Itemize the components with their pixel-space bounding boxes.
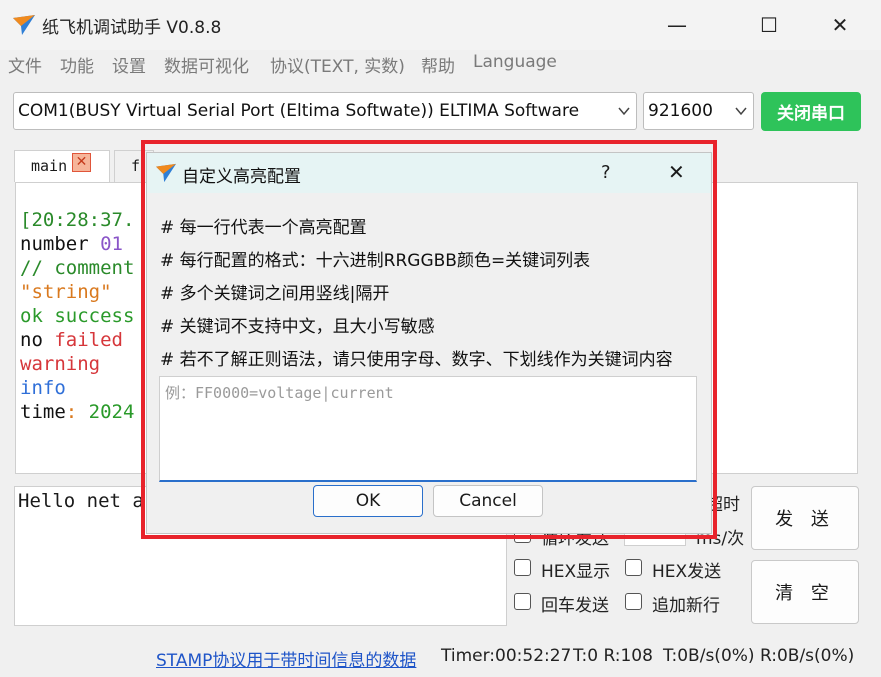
menu-protocol[interactable]: 协议(TEXT, 实数) — [270, 52, 405, 77]
log-line: // comment — [20, 257, 135, 279]
paper-plane-icon — [13, 15, 35, 35]
menu-help[interactable]: 帮助 — [421, 52, 455, 77]
log-token: time — [20, 401, 66, 423]
log-line: time: 2024 — [20, 401, 134, 423]
hex-send-checkbox[interactable] — [625, 559, 642, 576]
log-line: no failed — [20, 329, 123, 351]
window-title: 纸飞机调试助手 V0.8.8 — [42, 18, 222, 38]
hex-display-checkbox[interactable] — [514, 559, 531, 576]
tab-main[interactable]: main — [14, 150, 110, 182]
menu-function[interactable]: 功能 — [60, 52, 94, 77]
close-port-button[interactable]: 关闭串口 — [761, 92, 861, 131]
log-token: number — [20, 233, 101, 255]
chevron-down-icon — [618, 107, 630, 116]
menu-settings[interactable]: 设置 — [112, 52, 146, 77]
log-line: info — [20, 377, 66, 399]
minimize-button[interactable]: — — [648, 8, 706, 42]
enter-send-label: 回车发送 — [541, 596, 609, 616]
hex-send-label: HEX发送 — [652, 562, 722, 582]
menu-language[interactable]: Language — [473, 52, 557, 72]
timer-status: Timer:00:52:27 — [441, 646, 572, 666]
log-token: failed — [54, 329, 123, 351]
baud-select-value: 921600 — [648, 101, 713, 121]
append-newline-label: 追加新行 — [652, 596, 720, 616]
log-line: [20:28:37. — [20, 209, 135, 231]
log-token: no — [20, 329, 55, 351]
close-window-button[interactable]: ✕ — [811, 8, 869, 42]
log-line: number 01 — [20, 233, 123, 255]
tab-main-label: main — [31, 157, 68, 175]
send-input-value: Hello net a — [18, 490, 144, 512]
log-token: 01 — [100, 233, 123, 255]
stamp-protocol-link[interactable]: STAMP协议用于带时间信息的数据 — [156, 646, 416, 671]
append-newline-checkbox[interactable] — [625, 593, 642, 610]
log-line: ok success — [20, 305, 135, 327]
tab-f-label: f — [131, 157, 141, 175]
menu-file[interactable]: 文件 — [8, 52, 42, 77]
send-button[interactable]: 发 送 — [751, 486, 859, 550]
enter-send-checkbox[interactable] — [514, 593, 531, 610]
port-select-value: COM1(BUSY Virtual Serial Port (Eltima So… — [18, 101, 580, 121]
counter-status: T:0 R:108 — [573, 646, 653, 666]
baud-select[interactable]: 921600 — [643, 92, 754, 130]
rate-status: T:0B/s(0%) R:0B/s(0%) — [663, 646, 855, 666]
tab-close-icon[interactable]: ✕ — [72, 153, 91, 172]
maximize-button[interactable]: ☐ — [740, 8, 798, 42]
log-line: warning — [20, 353, 101, 375]
menu-visualization[interactable]: 数据可视化 — [164, 52, 249, 77]
hex-display-label: HEX显示 — [541, 562, 611, 582]
log-token: : — [65, 401, 89, 423]
clear-button[interactable]: 清 空 — [751, 560, 859, 624]
port-select[interactable]: COM1(BUSY Virtual Serial Port (Eltima So… — [13, 92, 637, 130]
log-token: 2024 — [88, 401, 135, 423]
highlight-annotation-box — [141, 140, 717, 539]
chevron-down-icon — [735, 107, 747, 116]
log-line: "string" — [20, 281, 112, 303]
